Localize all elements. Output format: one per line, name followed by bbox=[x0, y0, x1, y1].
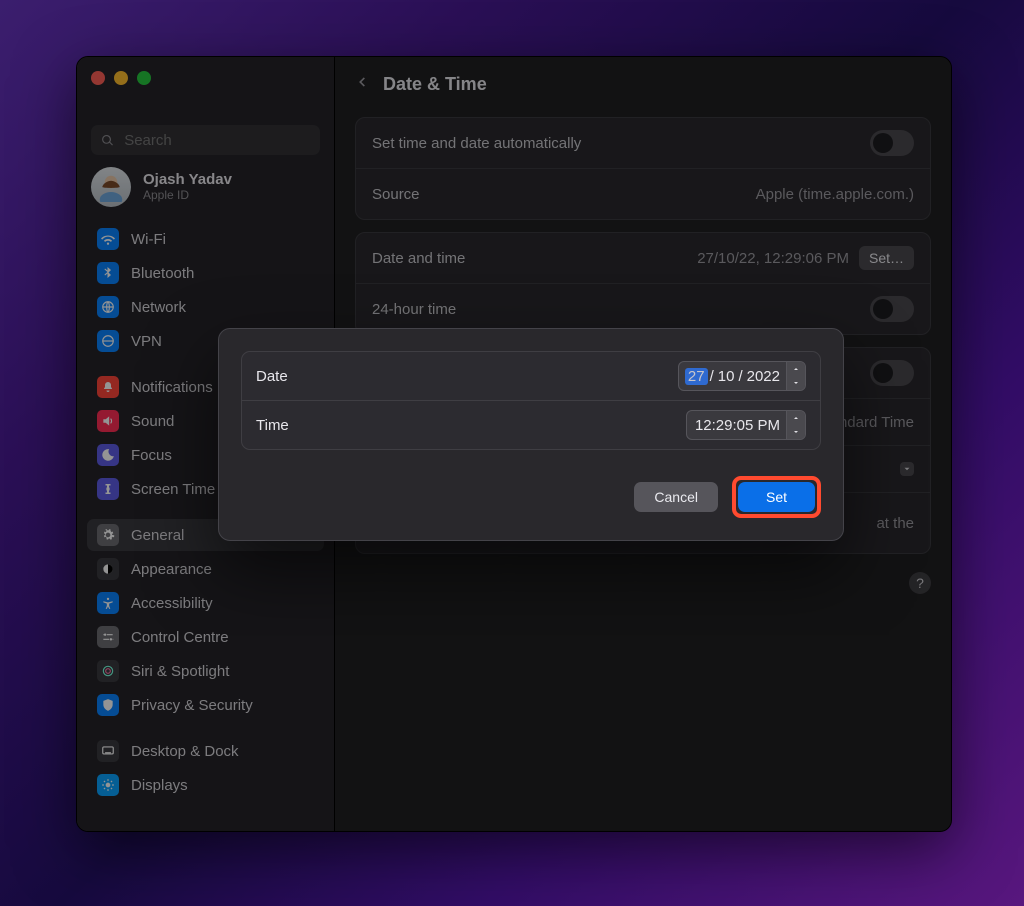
tz-auto-toggle[interactable] bbox=[870, 360, 914, 386]
auto-time-toggle[interactable] bbox=[870, 130, 914, 156]
privacy-icon bbox=[97, 694, 119, 716]
sidebar-label: Network bbox=[131, 299, 186, 316]
time-value[interactable]: 12:29:05 PM bbox=[693, 417, 782, 434]
datetime-panel: Date and time 27/10/22, 12:29:06 PM Set…… bbox=[355, 232, 931, 335]
sidebar-label: General bbox=[131, 527, 184, 544]
sidebar-label: Sound bbox=[131, 413, 174, 430]
date-field[interactable]: 27 / 10 / 2022 bbox=[678, 361, 806, 391]
set-datetime-button[interactable]: Set… bbox=[859, 246, 914, 270]
24hour-toggle[interactable] bbox=[870, 296, 914, 322]
date-step-down-icon bbox=[787, 376, 805, 390]
sidebar-label: Desktop & Dock bbox=[131, 743, 239, 760]
set-button[interactable]: Set bbox=[738, 482, 815, 512]
siri-icon bbox=[97, 660, 119, 682]
sidebar-label: Notifications bbox=[131, 379, 213, 396]
sidebar-item-network[interactable]: Network bbox=[87, 291, 324, 323]
search-field[interactable] bbox=[91, 125, 320, 155]
screen-time-icon bbox=[97, 478, 119, 500]
sidebar-item-displays[interactable]: Displays bbox=[87, 769, 324, 801]
apple-id-account[interactable]: Ojash Yadav Apple ID bbox=[91, 167, 320, 207]
date-step-up-icon bbox=[787, 362, 805, 376]
set-date-time-sheet: Date 27 / 10 / 2022 Time 12:29:05 PM bbox=[218, 328, 844, 541]
close-window-button[interactable] bbox=[91, 71, 105, 85]
time-label: Time bbox=[256, 417, 686, 434]
sidebar-label: Focus bbox=[131, 447, 172, 464]
wifi-icon bbox=[97, 228, 119, 250]
sidebar-label: Bluetooth bbox=[131, 265, 194, 282]
date-label: Date bbox=[256, 368, 678, 385]
sidebar-item-wifi[interactable]: Wi-Fi bbox=[87, 223, 324, 255]
general-icon bbox=[97, 524, 119, 546]
account-name: Ojash Yadav bbox=[143, 172, 232, 189]
control-centre-icon bbox=[97, 626, 119, 648]
time-step-down-icon bbox=[787, 425, 805, 439]
vpn-icon bbox=[97, 330, 119, 352]
window-controls bbox=[91, 71, 151, 85]
appearance-icon bbox=[97, 558, 119, 580]
account-sub: Apple ID bbox=[143, 188, 232, 202]
sidebar-label: Displays bbox=[131, 777, 188, 794]
sidebar-item-appearance[interactable]: Appearance bbox=[87, 553, 324, 585]
search-icon bbox=[101, 133, 114, 148]
source-value: Apple (time.apple.com.) bbox=[756, 186, 914, 203]
help-button[interactable]: ? bbox=[909, 572, 931, 594]
annotation-highlight: Set bbox=[732, 476, 821, 518]
time-field[interactable]: 12:29:05 PM bbox=[686, 410, 806, 440]
datetime-label: Date and time bbox=[372, 250, 697, 267]
sidebar-label: Wi-Fi bbox=[131, 231, 166, 248]
sidebar-label: Siri & Spotlight bbox=[131, 663, 229, 680]
tz-select[interactable] bbox=[900, 462, 914, 476]
time-stepper[interactable] bbox=[786, 411, 805, 439]
network-icon bbox=[97, 296, 119, 318]
sidebar-label: Control Centre bbox=[131, 629, 229, 646]
zoom-window-button[interactable] bbox=[137, 71, 151, 85]
sidebar-item-bluetooth[interactable]: Bluetooth bbox=[87, 257, 324, 289]
tz-note-fragment: at the bbox=[876, 515, 914, 532]
sound-icon bbox=[97, 410, 119, 432]
sidebar-label: Accessibility bbox=[131, 595, 213, 612]
accessibility-icon bbox=[97, 592, 119, 614]
sidebar-item-privacy-security[interactable]: Privacy & Security bbox=[87, 689, 324, 721]
auto-time-label: Set time and date automatically bbox=[372, 135, 870, 152]
sidebar-item-accessibility[interactable]: Accessibility bbox=[87, 587, 324, 619]
displays-icon bbox=[97, 774, 119, 796]
desktop-dock-icon bbox=[97, 740, 119, 762]
24hour-label: 24-hour time bbox=[372, 301, 870, 318]
bluetooth-icon bbox=[97, 262, 119, 284]
chevron-left-icon bbox=[355, 71, 369, 93]
avatar bbox=[91, 167, 131, 207]
notifications-icon bbox=[97, 376, 119, 398]
sidebar-item-siri-spotlight[interactable]: Siri & Spotlight bbox=[87, 655, 324, 687]
search-input[interactable] bbox=[122, 131, 310, 150]
auto-time-panel: Set time and date automatically Source A… bbox=[355, 117, 931, 220]
time-step-up-icon bbox=[787, 411, 805, 425]
datetime-value: 27/10/22, 12:29:06 PM bbox=[697, 250, 849, 267]
sidebar-item-desktop-dock[interactable]: Desktop & Dock bbox=[87, 735, 324, 767]
focus-icon bbox=[97, 444, 119, 466]
sidebar-label: Screen Time bbox=[131, 481, 215, 498]
date-stepper[interactable] bbox=[786, 362, 805, 390]
page-title: Date & Time bbox=[383, 74, 487, 95]
cancel-button[interactable]: Cancel bbox=[634, 482, 718, 512]
date-month[interactable]: 10 bbox=[716, 368, 737, 385]
date-year[interactable]: 2022 bbox=[745, 368, 782, 385]
sidebar-label: Appearance bbox=[131, 561, 212, 578]
sidebar-label: VPN bbox=[131, 333, 162, 350]
chevron-down-icon bbox=[900, 462, 914, 476]
sidebar-label: Privacy & Security bbox=[131, 697, 253, 714]
date-day[interactable]: 27 bbox=[685, 368, 708, 385]
source-label: Source bbox=[372, 186, 756, 203]
sidebar-item-control-centre[interactable]: Control Centre bbox=[87, 621, 324, 653]
minimize-window-button[interactable] bbox=[114, 71, 128, 85]
back-button[interactable] bbox=[355, 71, 369, 98]
